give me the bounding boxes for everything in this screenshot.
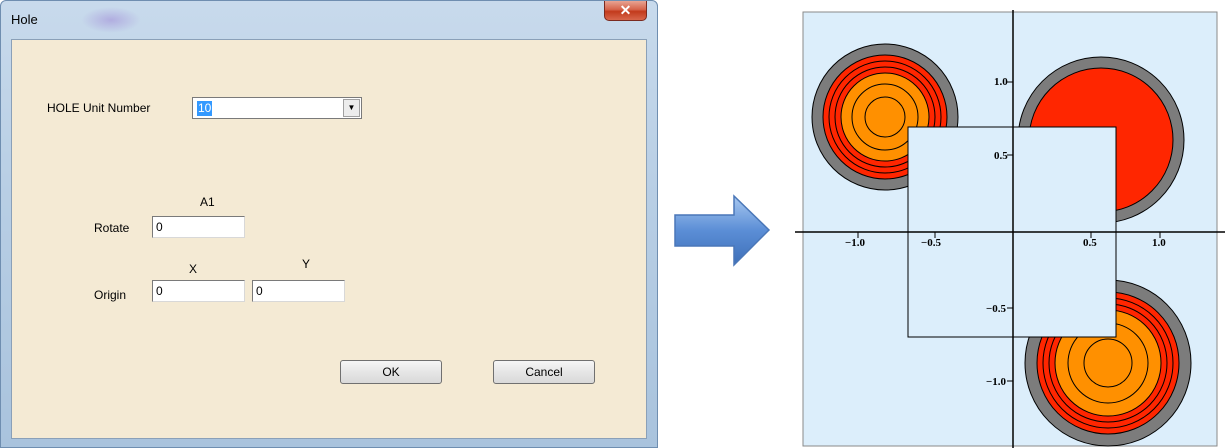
origin-y-input[interactable]: 0 <box>252 280 345 302</box>
unit-number-dropdown[interactable]: 10 ▼ <box>192 97 362 119</box>
a1-header: A1 <box>200 195 215 209</box>
hole-dialog-window: Hole ✕ HOLE Unit Number 10 ▼ A1 Rotate 0… <box>0 0 658 448</box>
y-tick-label: −1.0 <box>986 376 1007 388</box>
title-bar-glow <box>81 7 141 33</box>
y-tick-label: −0.5 <box>986 303 1007 315</box>
y-tick-label: 1.0 <box>994 76 1008 88</box>
close-icon: ✕ <box>619 2 632 18</box>
y-header: Y <box>302 257 311 271</box>
right-arrow-icon <box>674 194 771 267</box>
rotate-a1-input[interactable]: 0 <box>152 216 245 238</box>
x-tick-label: 0.5 <box>1083 237 1097 249</box>
dialog-client-area: HOLE Unit Number 10 ▼ A1 Rotate 0 X Y Or… <box>11 39 647 439</box>
dropdown-arrow-icon[interactable]: ▼ <box>343 99 360 117</box>
rotate-label: Rotate <box>94 221 130 235</box>
x-tick-label: −1.0 <box>845 237 866 249</box>
window-title: Hole <box>11 12 38 27</box>
x-tick-label: −0.5 <box>921 237 942 249</box>
x-header: X <box>189 262 198 276</box>
origin-x-input[interactable]: 0 <box>152 280 245 302</box>
origin-label: Origin <box>94 288 127 302</box>
x-tick-label: 1.0 <box>1152 237 1166 249</box>
unit-number-label: HOLE Unit Number <box>47 101 151 115</box>
title-bar[interactable]: Hole ✕ <box>1 1 657 39</box>
ok-button[interactable]: OK <box>340 360 442 384</box>
hole-geometry-plot: −1.0 −0.5 0.5 1.0 1.0 0.5 −0.5 −1.0 <box>795 10 1225 448</box>
y-tick-label: 0.5 <box>994 150 1008 162</box>
close-button[interactable]: ✕ <box>604 1 647 21</box>
unit-number-value: 10 <box>197 101 213 116</box>
cancel-button[interactable]: Cancel <box>493 360 595 384</box>
